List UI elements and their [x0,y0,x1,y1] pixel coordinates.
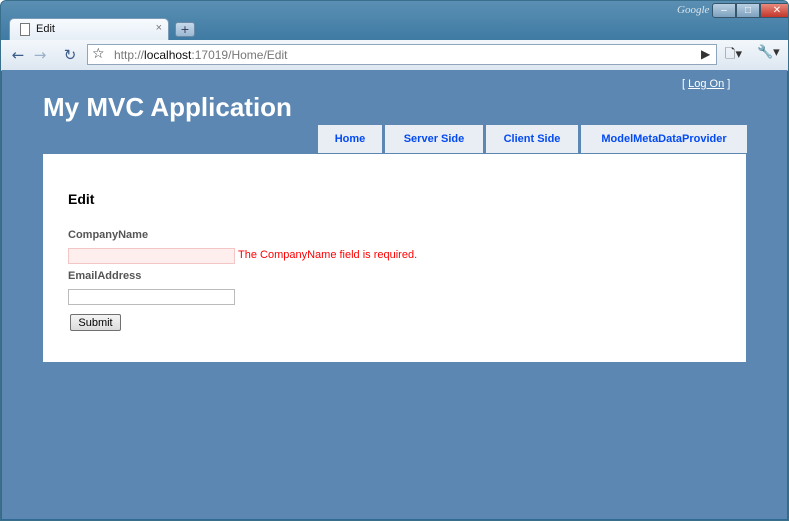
url-text: http://localhost:17019/Home/Edit [114,48,287,62]
window-controls: – □ ✕ [712,3,788,18]
maximize-button[interactable]: □ [736,3,760,18]
page-heading: Edit [68,191,95,207]
tab-title: Edit [36,23,55,35]
page-viewport: [ Log On ] My MVC Application Home Serve… [2,70,787,519]
url-scheme: http:// [114,48,145,62]
page-icon [20,23,30,36]
company-name-label: CompanyName [68,229,149,241]
reload-icon[interactable]: ↻ [61,46,79,64]
wrench-icon[interactable]: 🔧▾ [757,45,780,60]
go-arrow-icon[interactable]: ▶ [701,47,710,61]
minimize-button[interactable]: – [712,3,736,18]
logon-area: [ Log On ] [682,78,730,90]
browser-toolbar: ← → ↻ ☆ http://localhost:17019/Home/Edit… [1,40,788,71]
page-menu-icon[interactable]: 🗋▾ [725,45,742,67]
email-address-label: EmailAddress [68,270,142,282]
main-menu: Home Server Side Client Side ModelMetaDa… [318,125,747,153]
browser-window: Edit × + Google – □ ✕ ← → ↻ ☆ http://loc… [0,0,789,521]
menu-item-client-side[interactable]: Client Side [486,125,578,153]
brand-label: Google [677,4,710,16]
title-bar: Edit × + Google – □ ✕ [1,1,788,41]
logon-bracket-close: ] [724,78,731,90]
forward-arrow-icon[interactable]: → [31,46,49,64]
main-content: Edit CompanyName The CompanyName field i… [43,154,746,362]
submit-button[interactable]: Submit [70,314,121,331]
menu-item-home[interactable]: Home [318,125,382,153]
app-title: My MVC Application [43,92,292,122]
close-window-button[interactable]: ✕ [760,3,788,18]
address-bar[interactable]: ☆ http://localhost:17019/Home/Edit [87,44,717,65]
menu-item-model-metadata-provider[interactable]: ModelMetaDataProvider [581,125,747,153]
close-tab-icon[interactable]: × [156,22,162,34]
log-on-link[interactable]: Log On [688,78,724,90]
email-address-input[interactable] [68,289,235,305]
company-name-error: The CompanyName field is required. [238,249,418,261]
menu-item-server-side[interactable]: Server Side [385,125,483,153]
star-icon[interactable]: ☆ [92,46,105,62]
new-tab-button[interactable]: + [175,22,195,37]
url-path: :17019/Home/Edit [191,48,288,62]
back-arrow-icon[interactable]: ← [9,46,27,64]
company-name-input[interactable] [68,248,235,264]
browser-tab[interactable]: Edit × [9,18,169,40]
url-host: localhost [144,48,192,62]
